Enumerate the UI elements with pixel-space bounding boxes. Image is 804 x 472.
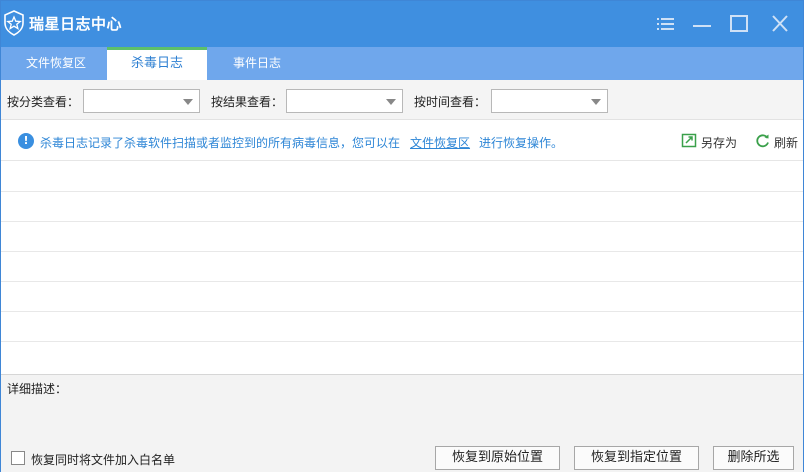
action-bar: 恢复同时将文件加入白名单 恢复到原始位置 恢复到指定位置 删除所选 xyxy=(1,439,803,472)
tab-file-recovery[interactable]: 文件恢复区 xyxy=(1,47,111,80)
tab-antivirus-log[interactable]: 杀毒日志 xyxy=(107,47,207,80)
filter-bar: 按分类查看： 按结果查看： 按时间查看： xyxy=(1,80,803,120)
table-row[interactable] xyxy=(1,342,803,372)
export-icon xyxy=(681,132,698,149)
chevron-down-icon xyxy=(591,99,601,105)
restore-to-location-button[interactable]: 恢复到指定位置 xyxy=(574,446,699,470)
log-center-window: 瑞星日志中心 文件恢复区 杀毒日志 事件日志 按分类查看： 按结果查看： 按时间… xyxy=(0,0,804,472)
window-title: 瑞星日志中心 xyxy=(29,15,123,33)
maximize-icon[interactable] xyxy=(728,13,750,35)
table-row[interactable] xyxy=(1,192,803,222)
table-row[interactable] xyxy=(1,222,803,252)
menu-icon[interactable] xyxy=(654,13,676,35)
category-filter-select[interactable] xyxy=(83,89,200,113)
chevron-down-icon xyxy=(183,99,193,105)
table-row[interactable] xyxy=(1,252,803,282)
refresh-icon xyxy=(754,132,771,149)
title-bar[interactable]: 瑞星日志中心 xyxy=(1,1,803,47)
table-row[interactable] xyxy=(1,312,803,342)
result-filter-select[interactable] xyxy=(286,89,403,113)
detail-label: 详细描述： xyxy=(7,382,68,396)
table-row[interactable] xyxy=(1,162,803,192)
category-filter-label: 按分类查看： xyxy=(7,95,80,109)
info-bar: ! 杀毒日志记录了杀毒软件扫描或者监控到的所有病毒信息，您可以在 文件恢复区 进… xyxy=(1,121,803,161)
detail-panel: 详细描述： xyxy=(1,374,803,439)
restore-original-button[interactable]: 恢复到原始位置 xyxy=(435,446,560,470)
minimize-icon[interactable] xyxy=(691,13,713,35)
refresh-label: 刷新 xyxy=(774,136,799,150)
tab-bar: 文件恢复区 杀毒日志 事件日志 xyxy=(1,47,803,80)
result-filter-label: 按结果查看： xyxy=(211,95,284,109)
tab-event-log[interactable]: 事件日志 xyxy=(207,47,307,80)
log-table[interactable] xyxy=(1,162,803,374)
info-text-after: 进行恢复操作。 xyxy=(479,136,564,150)
info-icon: ! xyxy=(18,133,34,149)
delete-selected-button[interactable]: 删除所选 xyxy=(713,446,794,470)
close-icon[interactable] xyxy=(769,13,791,35)
file-recovery-link[interactable]: 文件恢复区 xyxy=(410,134,470,151)
info-text: 杀毒日志记录了杀毒软件扫描或者监控到的所有病毒信息，您可以在 xyxy=(40,136,401,150)
whitelist-checkbox[interactable] xyxy=(11,451,25,465)
whitelist-checkbox-label[interactable]: 恢复同时将文件加入白名单 xyxy=(31,451,175,468)
star-shield-icon xyxy=(3,10,25,36)
chevron-down-icon xyxy=(386,99,396,105)
time-filter-select[interactable] xyxy=(491,89,608,113)
table-row[interactable] xyxy=(1,282,803,312)
save-as-label: 另存为 xyxy=(701,136,738,150)
time-filter-label: 按时间查看： xyxy=(414,95,487,109)
refresh-button[interactable]: 刷新 xyxy=(754,132,802,150)
save-as-button[interactable]: 另存为 xyxy=(681,132,745,150)
